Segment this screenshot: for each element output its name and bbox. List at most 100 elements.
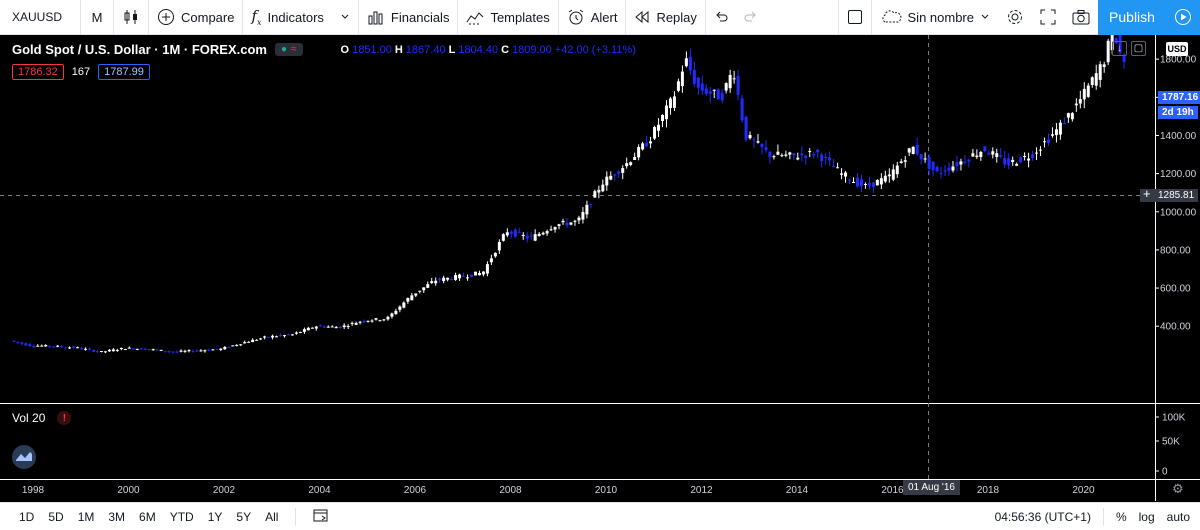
indicators-button[interactable]: fx Indicators (243, 0, 357, 35)
range-button-ytd[interactable]: YTD (163, 510, 201, 524)
candle-body (939, 173, 943, 175)
candle-body (402, 302, 406, 308)
volume-title[interactable]: Vol 20 (12, 411, 45, 425)
candle-body (792, 153, 796, 156)
candle-body (239, 344, 243, 346)
alert-label: Alert (590, 9, 618, 25)
buy-price-button[interactable]: 1787.99 (98, 64, 150, 80)
time-tick-label: 2014 (786, 485, 809, 496)
candle-body (879, 178, 883, 185)
symbol-search-button[interactable]: XAUUSD (0, 0, 80, 35)
publish-button[interactable]: Publish (1098, 0, 1166, 35)
axis-settings-icon[interactable]: ⚙ (1172, 481, 1184, 497)
range-button-6m[interactable]: 6M (132, 510, 163, 524)
candle-body (56, 345, 60, 347)
delay-icon: ≈ (291, 44, 297, 55)
range-button-5y[interactable]: 5Y (229, 510, 258, 524)
plus-icon[interactable]: + (1143, 186, 1151, 201)
function-icon: fx (251, 7, 262, 27)
candle-body (410, 295, 414, 301)
crosshair-date-badge: 01 Aug '16 (903, 480, 960, 495)
candle-body (88, 348, 92, 350)
candle-body (175, 351, 179, 353)
alert-button[interactable]: Alert (559, 0, 626, 35)
maximize-pane-button[interactable]: ▢ (1131, 41, 1146, 56)
candle-body (676, 81, 680, 91)
candle-body (533, 234, 537, 241)
interval-button[interactable]: M (81, 0, 113, 35)
scroll-down-button[interactable]: ↓ (1112, 41, 1127, 56)
candle-body (971, 153, 975, 157)
interval-label: M (91, 9, 103, 25)
range-button-3m[interactable]: 3M (101, 510, 132, 524)
chart-area[interactable]: 400.00 600.00 800.00 1000.00 1200.00 1400.00 1… (0, 35, 1200, 502)
compare-button[interactable]: Compare (149, 0, 242, 35)
candle-body (967, 159, 971, 162)
candle-body (645, 142, 649, 147)
close-value: 1809.00 (512, 43, 552, 56)
time-tick-label: 2010 (595, 485, 618, 496)
candle-body (848, 179, 852, 181)
percent-scale-button[interactable]: % (1116, 510, 1127, 524)
settings-button[interactable] (998, 0, 1032, 35)
replay-button[interactable]: Replay (626, 0, 704, 35)
candle-body (171, 351, 175, 353)
candle-body (60, 346, 64, 348)
candle-body (1023, 155, 1027, 157)
range-button-1d[interactable]: 1D (12, 510, 41, 524)
log-scale-button[interactable]: log (1139, 510, 1155, 524)
candle-body (995, 153, 999, 157)
timezone-button[interactable]: 04:56:36 (UTC+1) (995, 510, 1091, 524)
candle-body (637, 146, 641, 158)
redo-button[interactable] (736, 0, 766, 35)
candle-body (887, 174, 891, 177)
candle-body (680, 71, 684, 87)
templates-button[interactable]: Templates (458, 0, 557, 35)
chart-style-button[interactable] (114, 0, 148, 35)
goto-date-button[interactable] (306, 508, 336, 525)
square-icon: ▢ (1133, 43, 1144, 54)
currency-label[interactable]: USD (1166, 42, 1188, 56)
range-button-1y[interactable]: 1Y (201, 510, 230, 524)
candle-body (462, 275, 466, 277)
fullscreen-button[interactable] (1032, 0, 1064, 35)
bottom-bar: 1D 5D 1M 3M 6M YTD 1Y 5Y All 04:56:36 (U… (0, 502, 1200, 530)
auto-scale-button[interactable]: auto (1167, 510, 1190, 524)
candle-body (64, 347, 68, 349)
layout-name-button[interactable]: Sin nombre (872, 0, 998, 35)
time-tick-label: 2018 (977, 485, 1000, 496)
candle-body (748, 134, 752, 139)
price-chart[interactable]: 400.00 600.00 800.00 1000.00 1200.00 1400.00 1… (0, 35, 1200, 502)
candle-body (243, 342, 247, 344)
candle-body (251, 339, 255, 343)
candle-body (991, 151, 995, 155)
warning-icon[interactable]: ! (57, 411, 72, 425)
indicators-label: Indicators (267, 9, 324, 25)
snapshot-button[interactable] (1064, 0, 1098, 35)
publish-menu-button[interactable] (1166, 0, 1200, 35)
time-tick-label: 2012 (690, 485, 713, 496)
candle-body (119, 347, 123, 349)
symbol-title[interactable]: Gold Spot / U.S. Dollar · 1M · FOREX.com (12, 42, 267, 57)
candle-body (1086, 85, 1090, 97)
templates-icon (467, 12, 484, 25)
candle-body (80, 348, 84, 350)
range-button-1m[interactable]: 1M (71, 510, 102, 524)
candle-body (330, 326, 334, 328)
candle-body (334, 327, 338, 329)
alarm-clock-icon (568, 9, 583, 25)
financials-button[interactable]: Financials (359, 0, 458, 35)
fullscreen-layout-button[interactable] (839, 0, 871, 35)
sell-price-button[interactable]: 1786.32 (12, 64, 64, 80)
candle-body (282, 335, 286, 337)
candle-body (955, 162, 959, 167)
templates-label: Templates (490, 9, 550, 25)
candle-body (780, 155, 784, 157)
tradingview-logo-icon[interactable] (12, 445, 36, 469)
range-button-5d[interactable]: 5D (41, 510, 70, 524)
range-button-all[interactable]: All (258, 510, 285, 524)
legend-status-icons[interactable]: ● ≈ (274, 43, 303, 56)
undo-button[interactable] (706, 0, 736, 35)
candle-body (115, 349, 119, 351)
candle-body (764, 147, 768, 151)
